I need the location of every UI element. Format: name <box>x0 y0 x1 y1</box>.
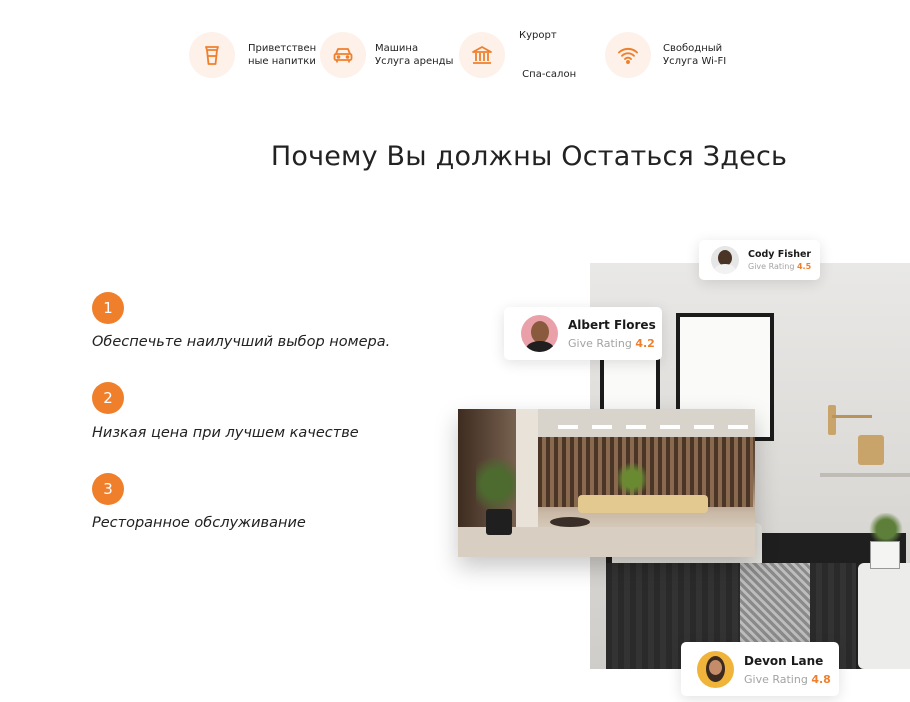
rating-label: Give Rating <box>744 673 808 686</box>
review-card-albert: Albert Flores Give Rating 4.2 <box>504 307 662 360</box>
amenity-label-line: Услуга Wi-FI <box>663 56 727 67</box>
amenity-wifi: Свободный Услуга Wi-FI <box>605 31 726 79</box>
rating-label: Give Rating <box>568 337 632 350</box>
rating-line: Give Rating 4.2 <box>568 337 655 350</box>
nightstand <box>858 563 910 669</box>
review-card-cody: Cody Fisher Give Rating 4.5 <box>699 240 820 280</box>
reviewer-name: Albert Flores <box>568 318 656 332</box>
amenity-spa: Курорт Спа-салон <box>459 30 577 80</box>
rating-value: 4.2 <box>635 337 655 350</box>
amenity-label-line: Свободный <box>663 43 723 54</box>
avatar <box>711 246 739 274</box>
plant-pot <box>870 541 900 569</box>
lobby-table <box>550 517 590 527</box>
rating-line: Give Rating 4.5 <box>748 262 811 271</box>
lobby-plant-pot <box>486 509 512 535</box>
avatar <box>521 315 558 352</box>
amenity-label-line: Приветствен <box>248 43 317 54</box>
lobby-ceiling-lights <box>558 425 748 429</box>
section-title: Почему Вы должны Остаться Здесь <box>270 141 788 172</box>
rating-value: 4.5 <box>796 262 812 271</box>
wall-shelf <box>820 473 910 477</box>
amenity-label-line: Спа-салон <box>519 69 577 80</box>
wifi-icon <box>605 32 651 78</box>
amenity-label-line: Услуга аренды <box>375 56 454 67</box>
spa-building-icon <box>459 32 505 78</box>
review-card-devon: Devon Lane Give Rating 4.8 <box>681 642 839 696</box>
reviewer-name: Devon Lane <box>744 654 824 668</box>
rating-value: 4.8 <box>811 673 831 686</box>
amenity-welcome-drinks: Приветствен ные напитки <box>189 31 316 79</box>
lobby-photo <box>458 409 755 557</box>
feature-text: Низкая цена при лучшем качестве <box>92 425 359 441</box>
wall-lamp-shade <box>858 435 884 465</box>
feature-number-badge: 1 <box>92 292 124 324</box>
feature-text: Обеспечьте наилучший выбор номера. <box>92 334 391 350</box>
feature-text: Ресторанное обслуживание <box>92 515 306 531</box>
lobby-plant <box>618 459 646 499</box>
bed-throw <box>740 563 810 653</box>
wall-lamp-arm <box>832 415 872 418</box>
car-icon <box>320 32 366 78</box>
amenity-car-rental: Машина Услуга аренды <box>320 31 453 79</box>
rating-label: Give Rating <box>748 262 795 271</box>
rating-line: Give Rating 4.8 <box>744 673 831 686</box>
amenity-label-line: ные напитки <box>248 56 316 67</box>
cup-icon <box>189 32 235 78</box>
avatar <box>697 651 734 688</box>
wall-lamp <box>828 405 836 435</box>
feature-number-badge: 2 <box>92 382 124 414</box>
feature-number-badge: 3 <box>92 473 124 505</box>
amenity-label-line: Курорт <box>519 30 557 41</box>
reviewer-name: Cody Fisher <box>748 249 812 260</box>
lobby-pillar <box>516 409 538 529</box>
amenity-label-line: Машина <box>375 43 419 54</box>
